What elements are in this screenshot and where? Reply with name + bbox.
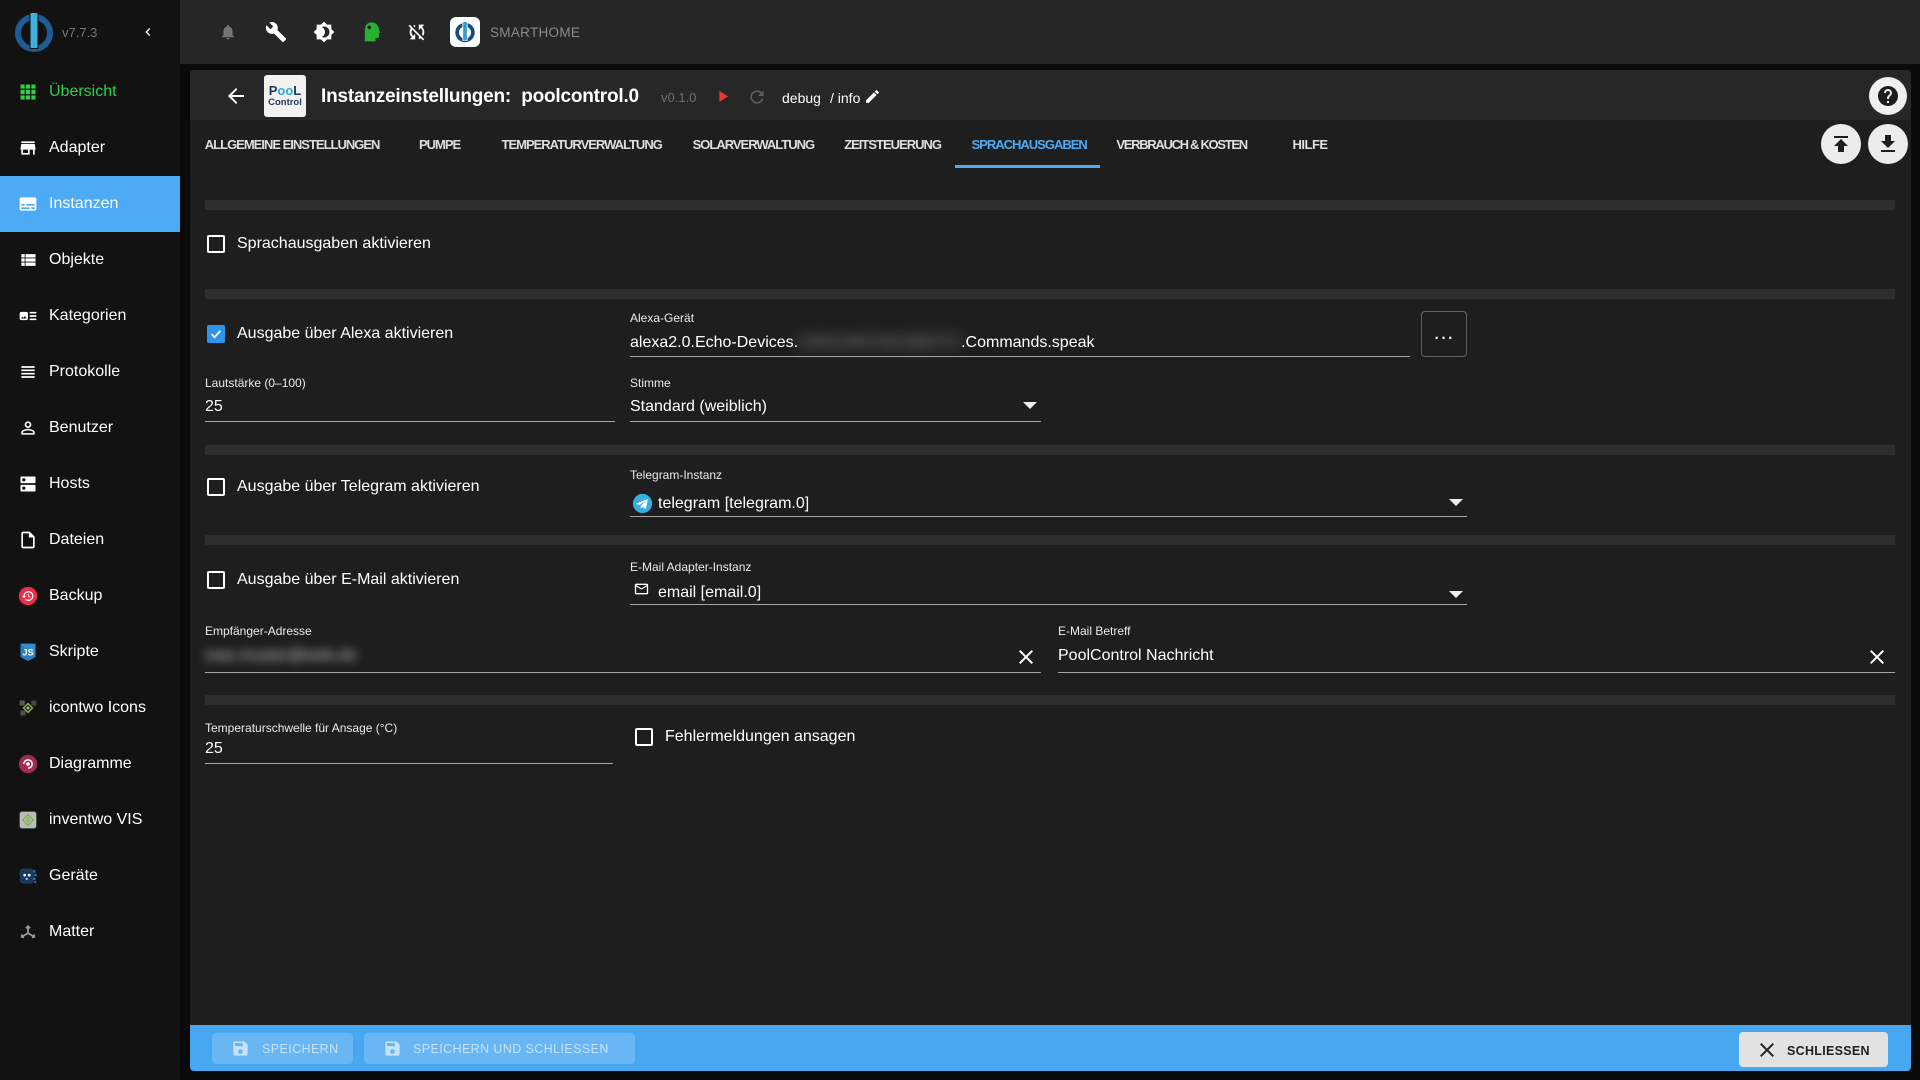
svg-text:JS: JS xyxy=(22,647,33,657)
